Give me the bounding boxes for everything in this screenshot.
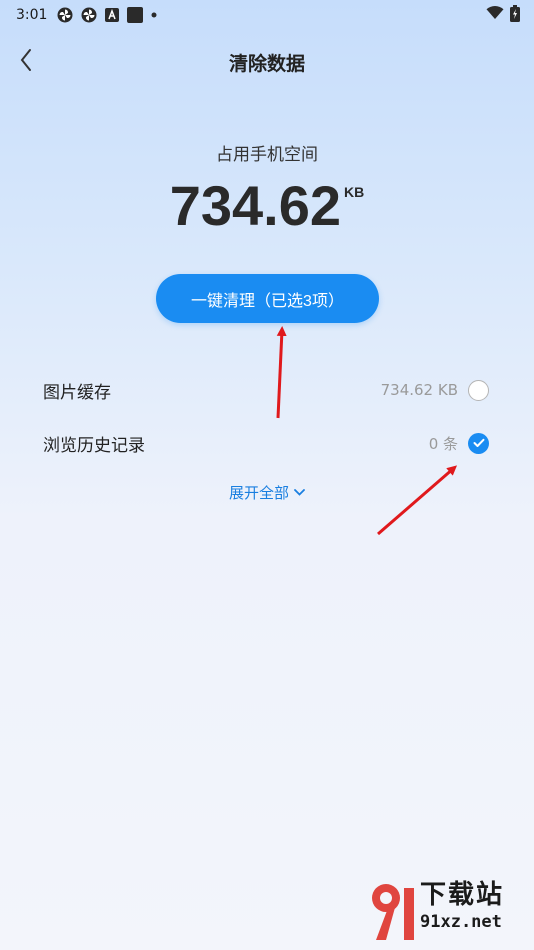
square-icon [127, 7, 144, 23]
item-value: 734.62 KB [380, 381, 458, 399]
chevron-left-icon [20, 49, 31, 71]
storage-size: 734.62 KB [0, 178, 534, 234]
checked-circle-icon[interactable] [468, 432, 489, 454]
watermark-text: 下载站 [420, 880, 505, 910]
one-click-clean-button[interactable]: 一键清理（已选3项） [156, 274, 379, 323]
a-icon [105, 8, 120, 22]
expand-all-link[interactable]: 展开全部 [0, 482, 534, 503]
fan-icon [81, 7, 97, 23]
unchecked-radio-icon[interactable] [468, 379, 489, 401]
battery-icon [510, 4, 520, 26]
status-bar: 3:01 [0, 0, 534, 30]
expand-label: 展开全部 [228, 484, 289, 502]
item-label: 图片缓存 [43, 382, 111, 403]
header: 清除数据 [0, 40, 534, 84]
watermark-url: 91xz.net [420, 912, 502, 932]
wifi-icon [486, 6, 504, 24]
site-watermark: 下载站 91xz.net [368, 874, 528, 946]
fan-icon [57, 7, 73, 23]
storage-value: 734.62 [169, 174, 342, 237]
list-item-browse-history[interactable]: 浏览历史记录 0 条 [0, 423, 534, 463]
watermark-logo-icon [372, 884, 414, 940]
dot-icon [151, 12, 157, 18]
item-value: 0 条 [428, 434, 458, 453]
item-label: 浏览历史记录 [43, 435, 145, 456]
back-button[interactable] [14, 44, 38, 76]
status-time: 3:01 [16, 7, 48, 23]
page-title: 清除数据 [228, 52, 305, 75]
list-item-image-cache[interactable]: 图片缓存 734.62 KB [0, 370, 534, 410]
storage-subtitle: 占用手机空间 [216, 145, 318, 165]
chevron-down-icon [294, 489, 305, 496]
storage-unit: KB [344, 184, 365, 200]
